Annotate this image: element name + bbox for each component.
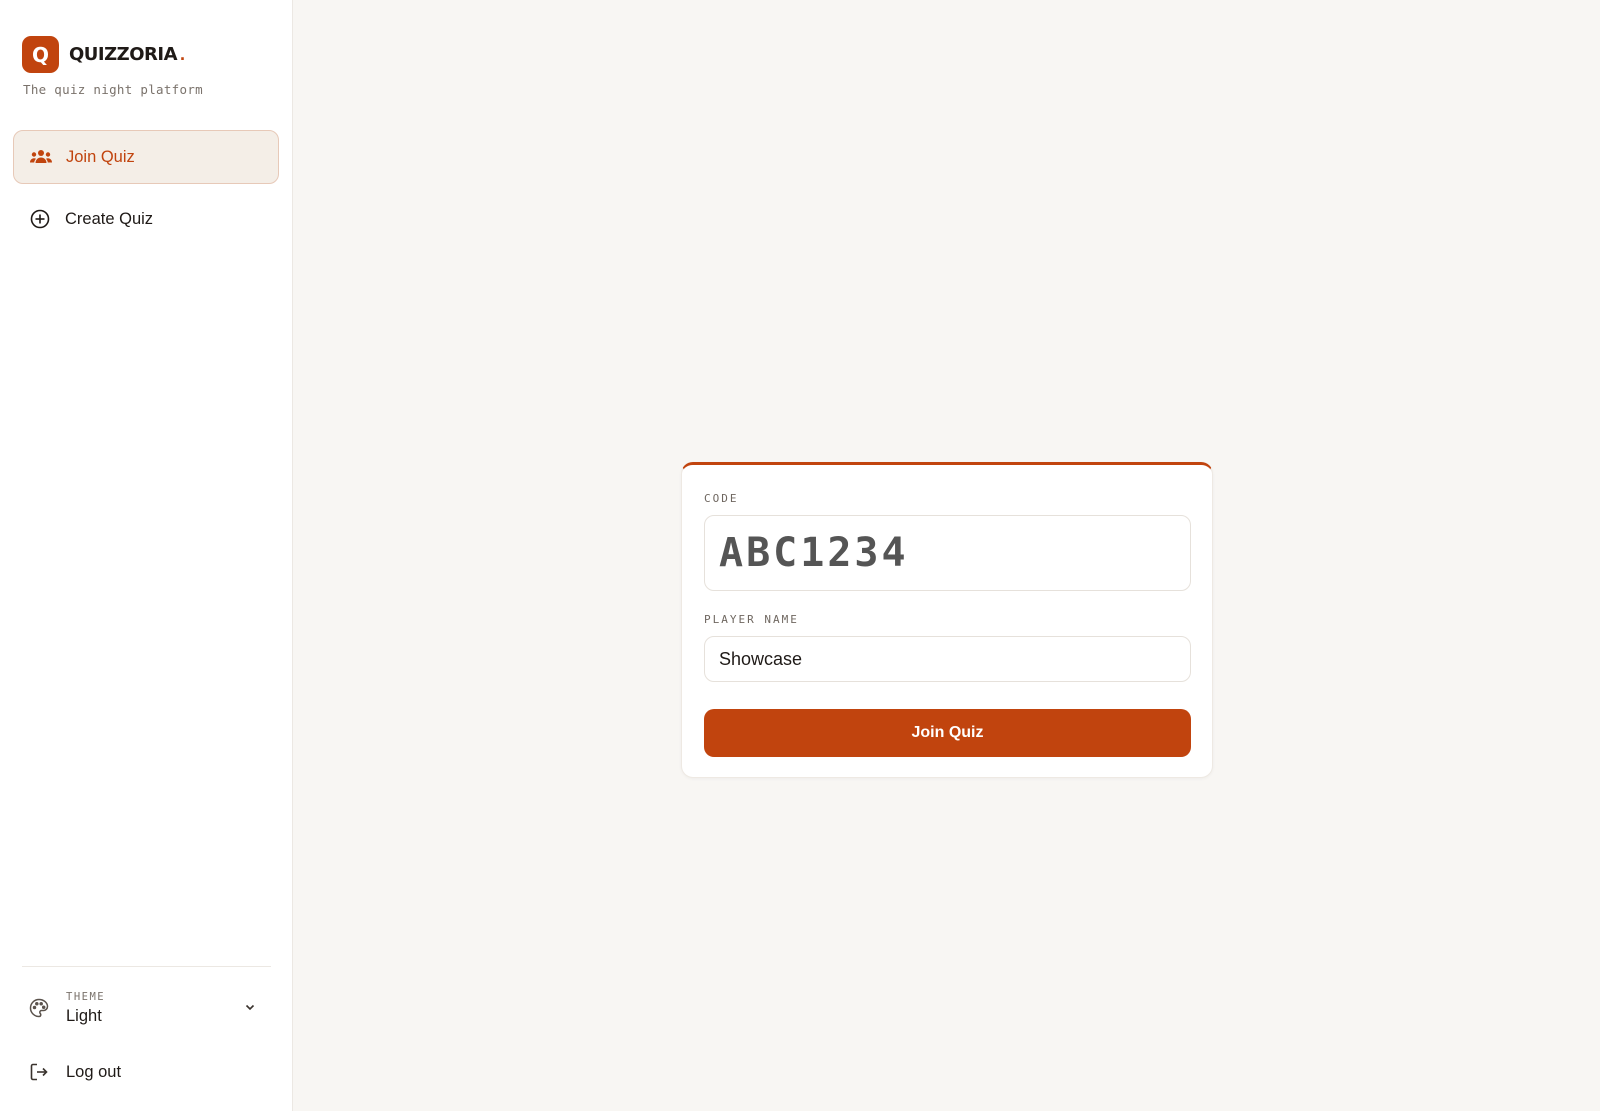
- sidebar-item-create-quiz[interactable]: Create Quiz: [13, 192, 279, 246]
- brand-name: QUIZZORIA: [69, 44, 178, 65]
- sidebar-item-label: Join Quiz: [66, 147, 135, 166]
- theme-caption: THEME: [66, 990, 106, 1003]
- player-name-input[interactable]: [704, 636, 1191, 682]
- theme-text: THEME Light: [66, 991, 105, 1026]
- theme-selector[interactable]: THEME Light: [28, 984, 266, 1032]
- sidebar-item-label: Create Quiz: [65, 209, 154, 228]
- logout-icon: [28, 1061, 50, 1083]
- sidebar-divider: [22, 966, 271, 967]
- join-quiz-button[interactable]: Join Quiz: [704, 709, 1191, 757]
- brand[interactable]: Q QUIZZORIA .: [22, 36, 185, 73]
- sidebar: Q QUIZZORIA . The quiz night platform Jo…: [0, 0, 293, 1111]
- logo-badge: Q: [22, 36, 59, 73]
- code-label: CODE: [704, 492, 739, 505]
- theme-value: Light: [66, 1006, 102, 1025]
- logout-button[interactable]: Log out: [28, 1058, 121, 1086]
- users-icon: [30, 146, 52, 168]
- player-name-label: PLAYER NAME: [704, 613, 799, 626]
- plus-circle-icon: [29, 208, 51, 230]
- code-input[interactable]: [704, 515, 1191, 591]
- palette-icon: [28, 997, 50, 1019]
- brand-dot: .: [180, 44, 186, 64]
- chevron-down-icon: [244, 1000, 256, 1018]
- join-quiz-card: CODE PLAYER NAME Join Quiz: [681, 462, 1213, 778]
- logout-label: Log out: [66, 1062, 122, 1081]
- sidebar-item-join-quiz[interactable]: Join Quiz: [13, 130, 279, 184]
- brand-tagline: The quiz night platform: [23, 82, 203, 97]
